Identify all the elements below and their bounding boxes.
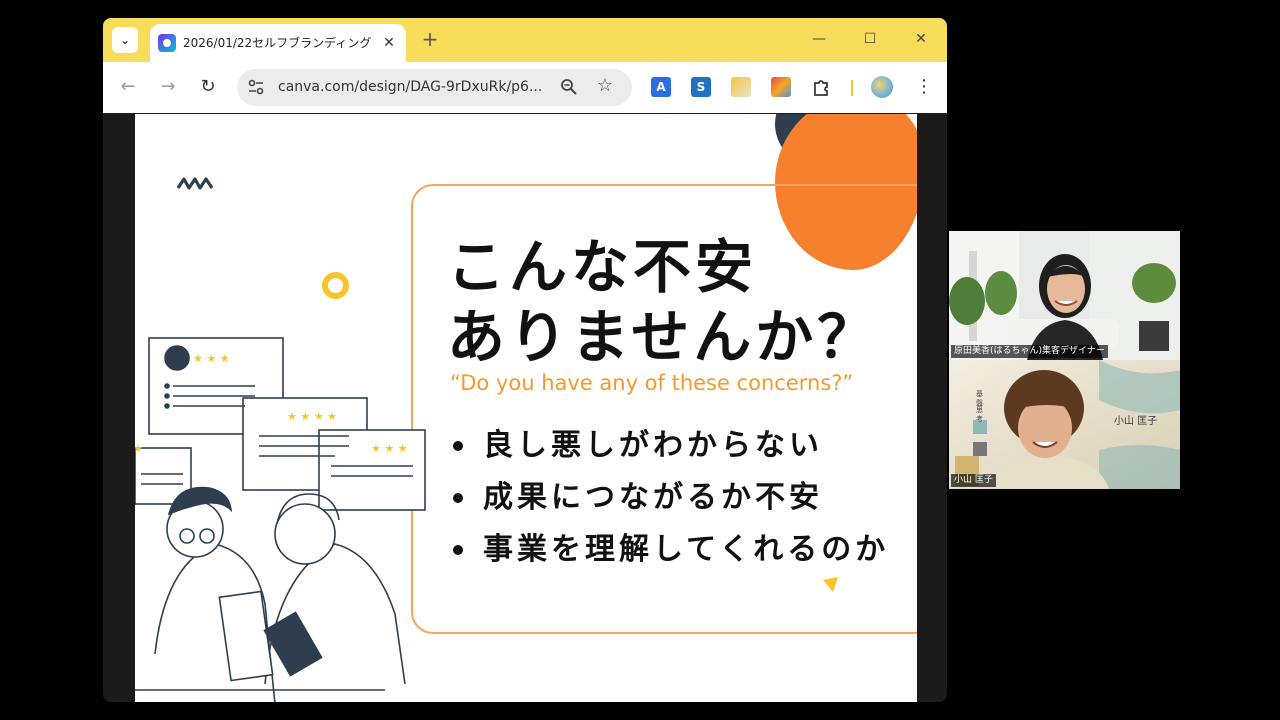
slide-subtitle: “Do you have any of these concerns?” [450, 371, 854, 395]
close-tab-icon[interactable]: ✕ [380, 34, 398, 52]
extension-note-icon[interactable] [731, 77, 751, 97]
svg-text:★ ★ ★ ★: ★ ★ ★ ★ [287, 410, 337, 423]
participant-video-2[interactable]: 基盤 思考 小山 匡子 小山 匡子 [949, 360, 1180, 489]
concern-item: 成果につながるか不安 [451, 472, 889, 524]
address-bar[interactable]: canva.com/design/DAG-9rDxuRk/p6... ☆ [237, 69, 632, 106]
more-menu-icon[interactable]: ⋮ [915, 76, 933, 98]
svg-text:★ ★ ★: ★ ★ ★ [371, 442, 408, 455]
yellow-triangle-decoration [823, 577, 838, 592]
reload-button[interactable]: ↻ [197, 76, 219, 98]
review-people-illustration: ★ ★ ★ ★ ★ ★ ★ ★ ★ ★ ★ [135, 337, 426, 702]
new-tab-button[interactable]: + [419, 28, 441, 50]
background-name-text: 小山 匡子 [1114, 416, 1158, 427]
extensions-puzzle-icon[interactable] [811, 77, 831, 97]
yellow-ring-decoration [322, 272, 349, 299]
profile-avatar[interactable] [871, 76, 893, 98]
chevron-down-icon: ⌄ [119, 33, 131, 47]
tab-title: 2026/01/22セルフブランディング部会 [183, 36, 371, 50]
bookmark-star-icon[interactable]: ☆ [595, 76, 615, 96]
presentation-slide: こんな不安 ありませんか？ “Do you have any of these … [135, 114, 917, 702]
zoom-icon[interactable] [560, 78, 578, 96]
participant-1-feed [949, 231, 1180, 360]
concern-item: 事業を理解してくれるのか [451, 524, 889, 576]
maximize-button[interactable]: ☐ [859, 28, 881, 50]
participant-name-label: 小山 匡子 [951, 474, 996, 487]
extension-s-icon[interactable]: S [691, 77, 711, 97]
close-window-button[interactable]: ✕ [910, 28, 932, 50]
zigzag-decoration-icon [177, 177, 213, 190]
participant-name-label: 原田美香(はるちゃん)集客デザイナー [951, 345, 1108, 358]
canva-favicon-icon [158, 34, 176, 52]
active-tab[interactable]: 2026/01/22セルフブランディング部会 ✕ [150, 24, 406, 62]
extension-a-icon[interactable]: A [651, 77, 671, 97]
forward-button[interactable]: → [157, 76, 179, 98]
toolbar-divider [851, 80, 853, 96]
slide-headline: こんな不安 ありませんか？ [447, 232, 879, 372]
browser-toolbar: ← → ↻ canva.com/design/DAG-9rDxuRk/p6...… [103, 62, 947, 113]
url-text: canva.com/design/DAG-9rDxuRk/p6... [278, 79, 543, 95]
site-settings-icon[interactable] [247, 78, 265, 96]
svg-text:★: ★ [135, 442, 143, 455]
tab-strip: ⌄ 2026/01/22セルフブランディング部会 ✕ + — ☐ ✕ [103, 18, 947, 62]
browser-window: ⌄ 2026/01/22セルフブランディング部会 ✕ + — ☐ ✕ ← → ↻… [103, 18, 947, 702]
minimize-button[interactable]: — [808, 28, 830, 50]
background-vertical-text: 思考 [976, 406, 983, 423]
tab-search-button[interactable]: ⌄ [112, 27, 138, 53]
extension-pen-icon[interactable] [771, 77, 791, 97]
back-button[interactable]: ← [117, 76, 139, 98]
svg-text:★ ★ ★: ★ ★ ★ [193, 352, 230, 365]
headline-line-1: こんな不安 [447, 233, 758, 301]
headline-line-2: ありませんか？ [447, 303, 880, 371]
concern-item: 良し悪しがわからない [451, 420, 889, 472]
participant-video-1[interactable]: 原田美香(はるちゃん)集客デザイナー [949, 231, 1180, 360]
concern-list: 良し悪しがわからない 成果につながるか不安 事業を理解してくれるのか [451, 420, 889, 576]
